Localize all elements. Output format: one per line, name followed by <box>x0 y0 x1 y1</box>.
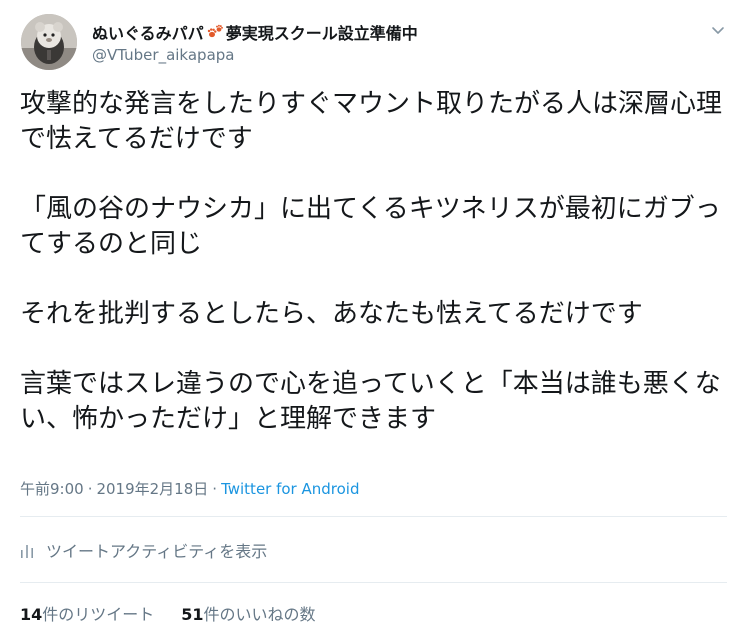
bar-chart-icon <box>21 545 33 558</box>
tweet-activity-link[interactable]: ツイートアクティビティを表示 <box>20 538 267 562</box>
tweet-paragraph: 攻撃的な発言をしたりすぐマウント取りたがる人は深層心理で怯えてるだけです <box>20 89 723 154</box>
likes-count[interactable]: 51 <box>181 605 203 624</box>
retweets-stat[interactable]: 14 件のリツイート <box>20 601 154 625</box>
tweet-text: 攻撃的な発言をしたりすぐマウント取りたがる人は深層心理で怯えてるだけです 「風の… <box>20 87 730 437</box>
tweet-meta: 午前9:00 · 2019年2月18日 · Twitter for Androi… <box>20 478 360 499</box>
plush-toy-avatar-icon <box>21 14 77 70</box>
tweet-time[interactable]: 午前9:00 <box>20 478 84 499</box>
tweet-paragraph: 言葉ではスレ違うので心を追っていくと「本当は誰も悪くない、怖かっただけ」と理解で… <box>20 369 721 434</box>
meta-separator: · <box>212 479 218 498</box>
tweet: ぬいぐるみパパ 夢実現スクール設立準備中 @VTuber_aikapapa 攻撃… <box>0 0 747 644</box>
tweet-paragraph: それを批判するとしたら、あなたも怯えてるだけです <box>20 299 643 329</box>
tweet-source-link[interactable]: Twitter for Android <box>221 480 359 498</box>
meta-separator: · <box>87 479 93 498</box>
tweet-paragraph: 「風の谷のナウシカ」に出てくるキツネリスが最初にガブってするのと同じ <box>20 194 721 259</box>
tweet-stats: 14 件のリツイート 51 件のいいねの数 <box>20 601 316 625</box>
retweets-label[interactable]: 件のリツイート <box>42 601 154 625</box>
display-name-suffix[interactable]: 夢実現スクール設立準備中 <box>226 20 418 44</box>
tweet-activity-label[interactable]: ツイートアクティビティを表示 <box>46 538 267 562</box>
paw-prints-icon <box>207 24 223 38</box>
tweet-date[interactable]: 2019年2月18日 <box>96 478 208 499</box>
likes-stat[interactable]: 51 件のいいねの数 <box>181 601 315 625</box>
divider <box>20 582 727 583</box>
likes-label[interactable]: 件のいいねの数 <box>204 601 316 625</box>
display-name[interactable]: ぬいぐるみパパ <box>92 20 204 44</box>
display-name-row[interactable]: ぬいぐるみパパ 夢実現スクール設立準備中 <box>92 20 418 44</box>
user-handle[interactable]: @VTuber_aikapapa <box>92 46 234 64</box>
divider <box>20 516 727 517</box>
chevron-down-icon[interactable] <box>708 20 728 40</box>
retweets-count[interactable]: 14 <box>20 605 42 624</box>
avatar[interactable] <box>21 14 77 70</box>
